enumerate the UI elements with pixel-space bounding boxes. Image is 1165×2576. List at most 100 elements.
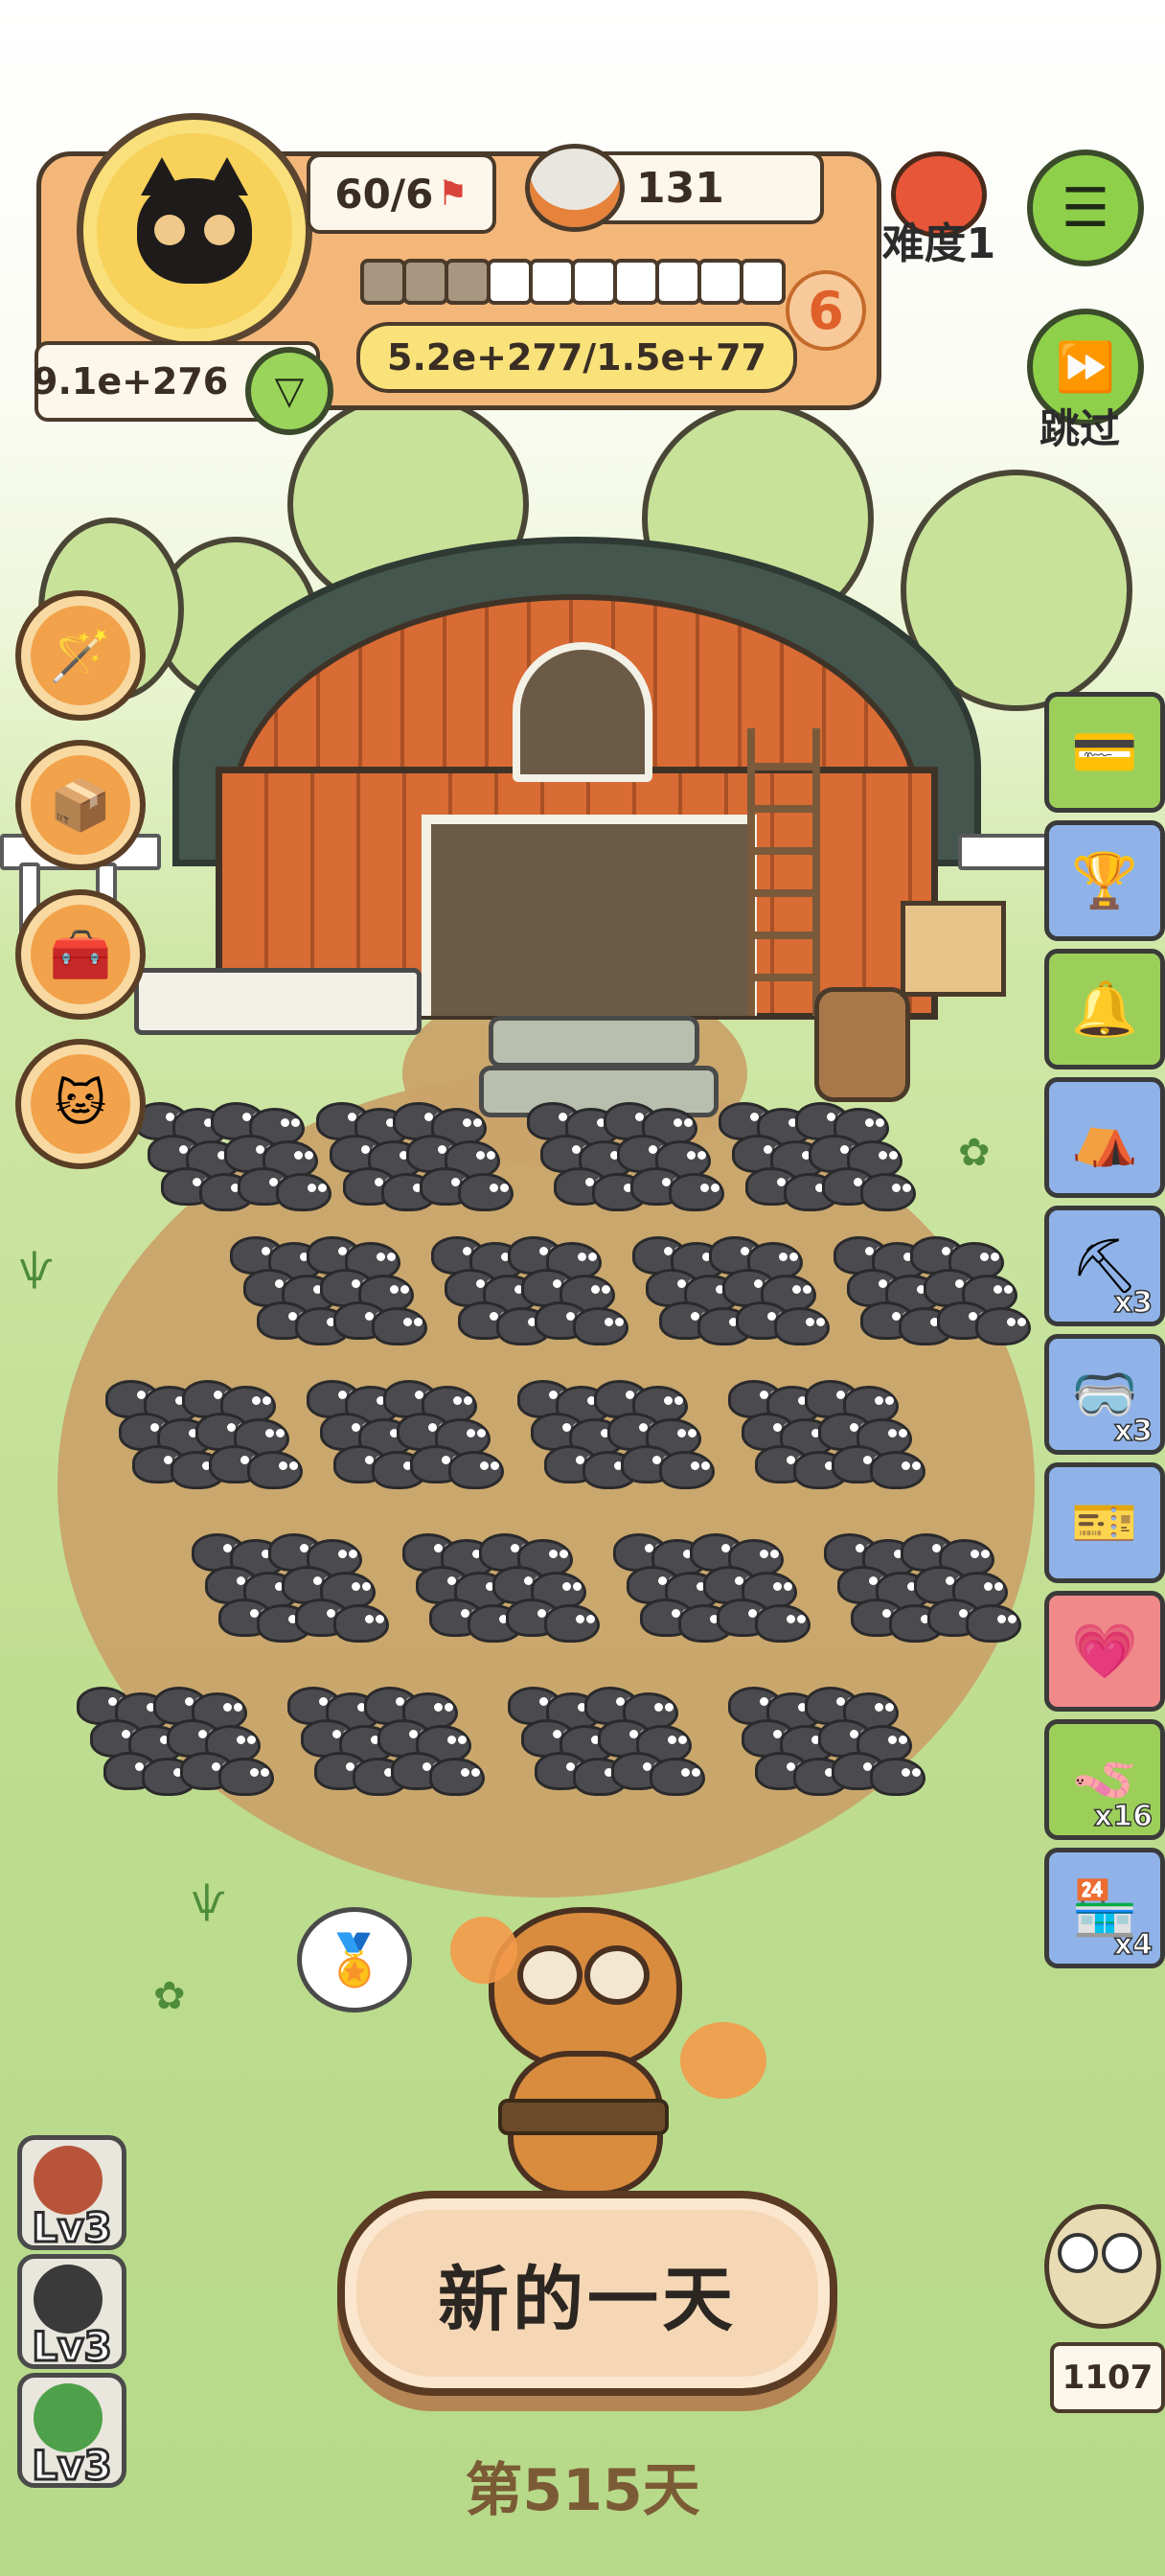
explosion-effect	[450, 1917, 517, 1984]
explosion-effect	[680, 2022, 766, 2099]
grass-tuft: ѱ	[19, 1246, 54, 1290]
mole	[870, 1758, 925, 1796]
barrel	[814, 987, 910, 1102]
bell-item-card[interactable]: 🔔	[1044, 949, 1165, 1070]
mole	[573, 1307, 628, 1346]
owl-counter: 1107	[1050, 2342, 1165, 2413]
flower: ✿	[153, 1974, 186, 2018]
vr-item-card[interactable]: 🥽 x3	[1044, 1334, 1165, 1455]
mole-counter: 60/6 ⚑	[307, 153, 496, 234]
list-icon: ☰	[1061, 176, 1110, 240]
owl-count-value: 1107	[1062, 2358, 1154, 2397]
shop-item-card[interactable]: 🏪 x4	[1044, 1848, 1165, 1968]
mole	[975, 1307, 1031, 1346]
mole	[966, 1604, 1021, 1643]
card-item-icon: 💳	[1071, 722, 1138, 784]
menu-button[interactable]: ☰	[1027, 150, 1144, 266]
level-number: 6	[808, 280, 844, 341]
fast-forward-icon: ⏩	[1055, 338, 1116, 395]
mole	[669, 1173, 724, 1211]
money-expand-button[interactable]: ▽	[245, 347, 333, 435]
ticket-item-icon: 🎫	[1071, 1492, 1138, 1554]
box-tool-icon: 📦	[49, 776, 112, 835]
character-level-card[interactable]: Lv3	[17, 2135, 126, 2253]
box-tool-button[interactable]: 📦	[15, 740, 146, 870]
medal-icon: 🏅	[323, 1931, 386, 1990]
bell-item-icon: 🔔	[1071, 978, 1138, 1041]
new-day-button[interactable]: 新的一天	[337, 2191, 837, 2396]
mole	[774, 1307, 830, 1346]
level-badge: 6	[786, 270, 866, 351]
heart-item-card[interactable]: 💗	[1044, 1591, 1165, 1712]
medkit-tool-button[interactable]: 🧰	[15, 889, 146, 1020]
progress-segment	[571, 259, 617, 305]
mole	[429, 1758, 485, 1796]
progress-segment	[360, 259, 406, 305]
mole	[755, 1604, 811, 1643]
chevron-down-icon: ▽	[274, 369, 305, 413]
scythe-item-card[interactable]: ⛏ x3	[1044, 1206, 1165, 1326]
grass-tuft: ѱ	[192, 1878, 226, 1922]
mole	[650, 1758, 705, 1796]
mole	[333, 1604, 389, 1643]
mole	[860, 1173, 916, 1211]
food-bowl-icon	[525, 144, 625, 232]
progress-segment	[613, 259, 659, 305]
mole	[659, 1451, 715, 1489]
progress-segment	[740, 259, 786, 305]
experience-bar: 5.2e+277/1.5e+77	[356, 322, 797, 393]
character-level-card[interactable]: Lv3	[17, 2254, 126, 2372]
card-item-card[interactable]: 💳	[1044, 692, 1165, 813]
black-cat-icon	[137, 157, 252, 284]
new-day-label: 新的一天	[438, 2258, 737, 2341]
progress-segment	[445, 259, 491, 305]
mole	[458, 1173, 514, 1211]
owl-character[interactable]	[1044, 2204, 1161, 2338]
trophy-item-card[interactable]: 🏆	[1044, 820, 1165, 941]
mole	[448, 1451, 504, 1489]
barn-door	[422, 815, 757, 1016]
progress-segment	[487, 259, 533, 305]
mole	[544, 1604, 600, 1643]
difficulty-label: 难度1	[881, 219, 996, 268]
worm-item-card[interactable]: 🪱 x16	[1044, 1719, 1165, 1840]
wand-tool-button[interactable]: 🪄	[15, 590, 146, 721]
barn-hayloft-window	[513, 642, 652, 782]
hut-item-icon: ⛺	[1071, 1107, 1138, 1169]
hut-item-card[interactable]: ⛺	[1044, 1077, 1165, 1198]
stepping-stone	[489, 1016, 699, 1068]
lucky-cat-tool-button[interactable]: 🐱	[15, 1039, 146, 1169]
ladder	[747, 728, 820, 1016]
flower: ✿	[958, 1131, 991, 1175]
player-avatar[interactable]	[77, 113, 312, 349]
certificate-bubble[interactable]: 🏅	[297, 1907, 412, 2012]
food-value: 131	[636, 163, 724, 213]
day-counter: 第515天	[465, 2457, 700, 2524]
heart-item-icon: 💗	[1071, 1621, 1138, 1683]
medkit-tool-icon: 🧰	[49, 926, 112, 984]
crate	[901, 901, 1006, 997]
item-count: x4	[1113, 1927, 1154, 1963]
level-label: Lv3	[31, 2322, 113, 2372]
trophy-item-icon: 🏆	[1071, 850, 1138, 912]
progress-segment	[655, 259, 701, 305]
mole	[247, 1451, 303, 1489]
skip-label: 跳过	[1039, 405, 1120, 452]
ticket-item-card[interactable]: 🎫	[1044, 1462, 1165, 1583]
carrot-planter	[134, 968, 422, 1035]
flag-icon: ⚑	[437, 173, 468, 214]
experience-text: 5.2e+277/1.5e+77	[387, 336, 766, 379]
mole-counter-text: 60/6	[334, 170, 434, 218]
mole	[870, 1451, 925, 1489]
item-count: x16	[1093, 1799, 1154, 1834]
progress-segment	[529, 259, 575, 305]
lucky-cat-tool-icon: 🐱	[54, 1075, 107, 1133]
item-count: x3	[1113, 1285, 1154, 1321]
progress-segment	[402, 259, 448, 305]
mole	[372, 1307, 427, 1346]
item-count: x3	[1113, 1414, 1154, 1449]
progress-segment	[697, 259, 743, 305]
money-value: 9.1e+276	[33, 360, 229, 402]
wand-tool-icon: 🪄	[49, 627, 112, 685]
mole	[218, 1758, 274, 1796]
